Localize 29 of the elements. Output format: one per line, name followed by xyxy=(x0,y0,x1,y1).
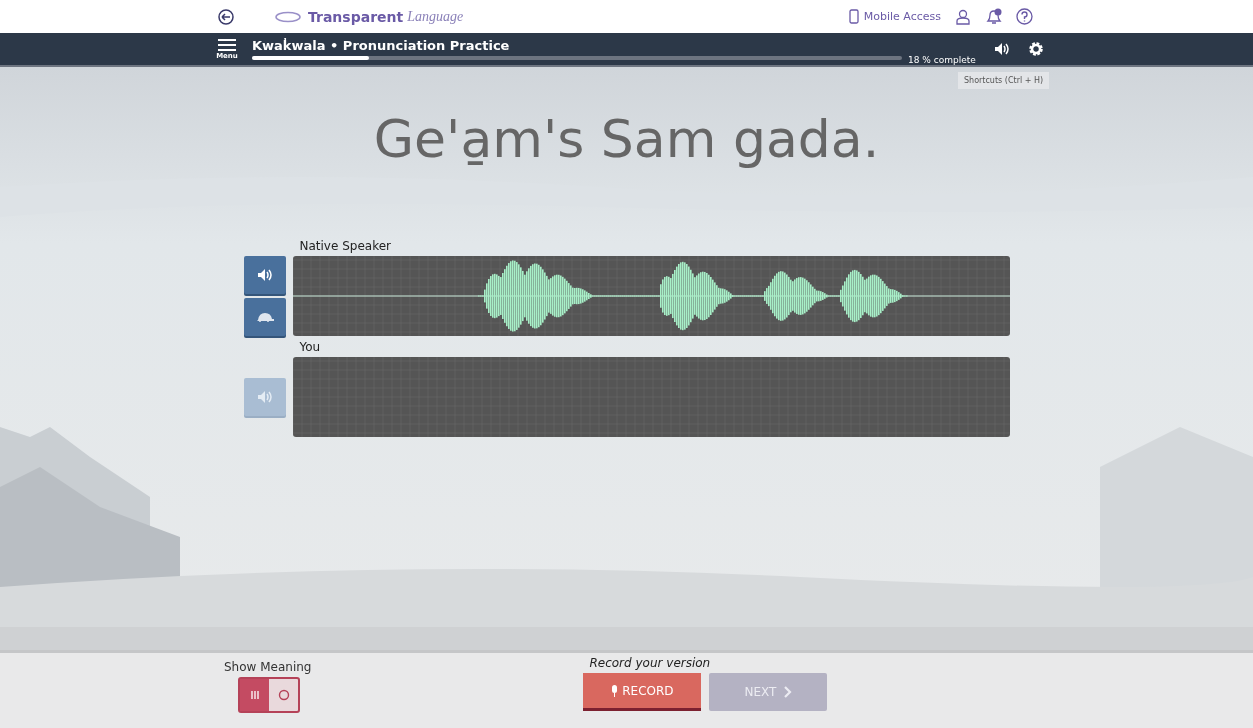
track-label: You xyxy=(299,340,322,356)
turtle-icon xyxy=(255,312,274,322)
phone-icon xyxy=(848,9,859,24)
brand-logo: Transparent Language xyxy=(274,8,464,25)
play-button[interactable] xyxy=(243,256,286,294)
show-meaning-toggle[interactable] xyxy=(238,677,300,713)
microphone-icon xyxy=(611,684,619,697)
speaker-icon xyxy=(993,42,1010,56)
practice-phrase: Ge'a̱m's Sam gada. xyxy=(373,109,880,171)
record-button[interactable]: RECORD xyxy=(583,673,702,711)
slow-play-button[interactable] xyxy=(243,298,286,336)
bars-icon xyxy=(249,690,260,700)
speaker-icon xyxy=(256,268,273,282)
lesson-title: Kwak̓wala • Pronunciation Practice xyxy=(252,38,511,53)
volume-button[interactable] xyxy=(993,42,1010,56)
mobile-access-link[interactable]: Mobile Access xyxy=(848,9,941,24)
circle-icon xyxy=(277,689,290,701)
settings-icon[interactable] xyxy=(1027,41,1044,57)
bell-icon[interactable] xyxy=(985,8,1002,25)
back-icon[interactable] xyxy=(218,8,234,25)
chevron-right-icon xyxy=(784,686,793,698)
show-meaning-label: Show Meaning xyxy=(224,660,312,674)
record-hint: Record your version xyxy=(589,656,712,670)
help-icon[interactable] xyxy=(1016,8,1033,25)
progress-label: 18 % complete xyxy=(908,55,976,65)
shortcuts-tooltip: Shortcuts (Ctrl + H) xyxy=(958,72,1050,89)
speaker-icon xyxy=(256,390,273,404)
user-icon[interactable] xyxy=(955,8,971,25)
track-label: Native Speaker xyxy=(299,239,392,255)
